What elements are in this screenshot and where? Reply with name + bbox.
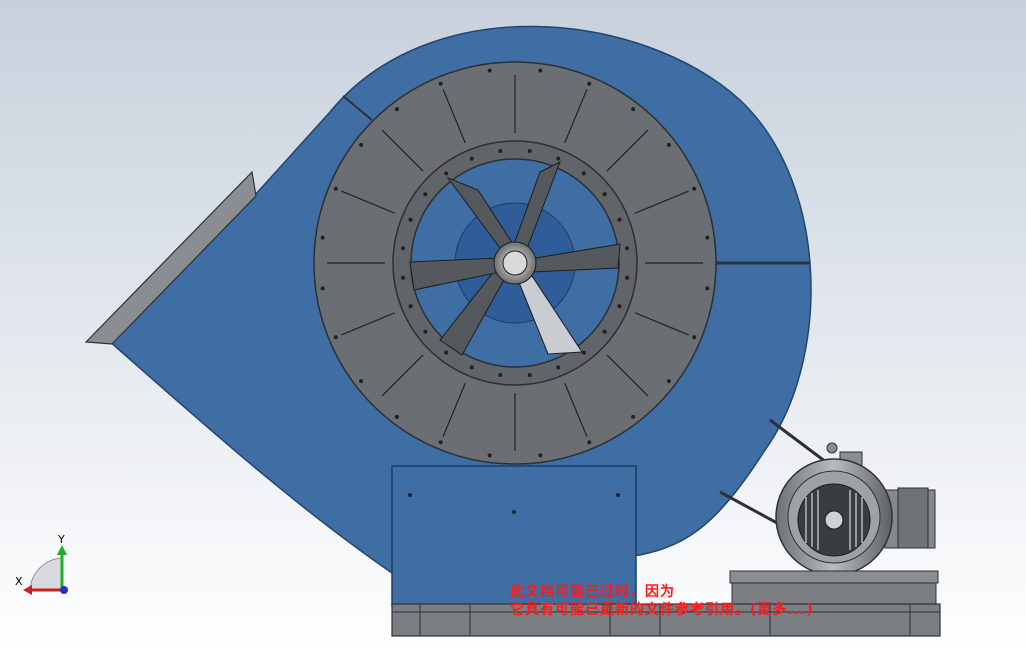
bolt-hole <box>400 246 405 251</box>
bolt-hole <box>444 171 449 176</box>
bolt-hole <box>631 414 636 419</box>
bolt-hole <box>538 453 543 458</box>
fan-assembly-model[interactable]: Y X <box>0 0 1026 652</box>
bolt-hole <box>423 329 428 334</box>
bolt-hole <box>438 440 443 445</box>
bolt-hole <box>692 335 697 340</box>
bolt-hole <box>408 304 413 309</box>
bolt-hole <box>333 186 338 191</box>
bolt-hole <box>423 192 428 197</box>
bolt-hole <box>498 373 503 378</box>
bolt-hole <box>333 335 338 340</box>
bolt-hole <box>625 246 630 251</box>
bolt-hole <box>538 68 543 73</box>
bolt-hole <box>581 350 586 355</box>
bolt-hole <box>320 235 325 240</box>
bolt-hole <box>705 286 710 291</box>
bolt-hole <box>581 171 586 176</box>
bolt-hole <box>400 275 405 280</box>
bolt-hole <box>602 329 607 334</box>
bolt-hole <box>394 414 399 419</box>
bolt-hole <box>587 440 592 445</box>
bolt-hole <box>487 453 492 458</box>
bolt-hole <box>617 217 622 222</box>
bolt-hole <box>705 235 710 240</box>
bolt-hole <box>625 275 630 280</box>
bolt-hole <box>408 217 413 222</box>
bolt-hole <box>666 379 671 384</box>
bolt-hole <box>587 81 592 86</box>
bolt-hole <box>602 192 607 197</box>
bolt-hole <box>438 81 443 86</box>
bolt-hole <box>320 286 325 291</box>
warning-line-1: 此文档可能已过时，因为 <box>510 584 675 600</box>
bolt-hole <box>527 373 532 378</box>
z-axis-dot <box>60 586 68 594</box>
x-axis-label: X <box>15 575 23 588</box>
bolt-hole <box>556 365 561 370</box>
bolt-hole <box>359 379 364 384</box>
bolt-hole <box>444 350 449 355</box>
bolt-hole <box>469 365 474 370</box>
graphics-viewport[interactable]: Y X 此文档可能已过时，因为 它具有可能已更新的文件参考引用。(更多...) <box>0 0 1026 652</box>
bolt-hole <box>631 107 636 112</box>
bolt-hole <box>556 156 561 161</box>
warning-line-2: 它具有可能已更新的文件参考引用。(更多...) <box>510 602 814 618</box>
bolt-hole <box>527 148 532 153</box>
bolt-hole <box>666 142 671 147</box>
bolt-hole <box>359 142 364 147</box>
bolt-hole <box>394 107 399 112</box>
outdated-reference-warning[interactable]: 此文档可能已过时，因为 它具有可能已更新的文件参考引用。(更多...) <box>510 583 814 619</box>
bolt-hole <box>469 156 474 161</box>
bolt-hole <box>692 186 697 191</box>
bolt-hole <box>487 68 492 73</box>
y-axis-label: Y <box>57 533 65 546</box>
bolt-hole <box>617 304 622 309</box>
bolt-hole <box>498 148 503 153</box>
